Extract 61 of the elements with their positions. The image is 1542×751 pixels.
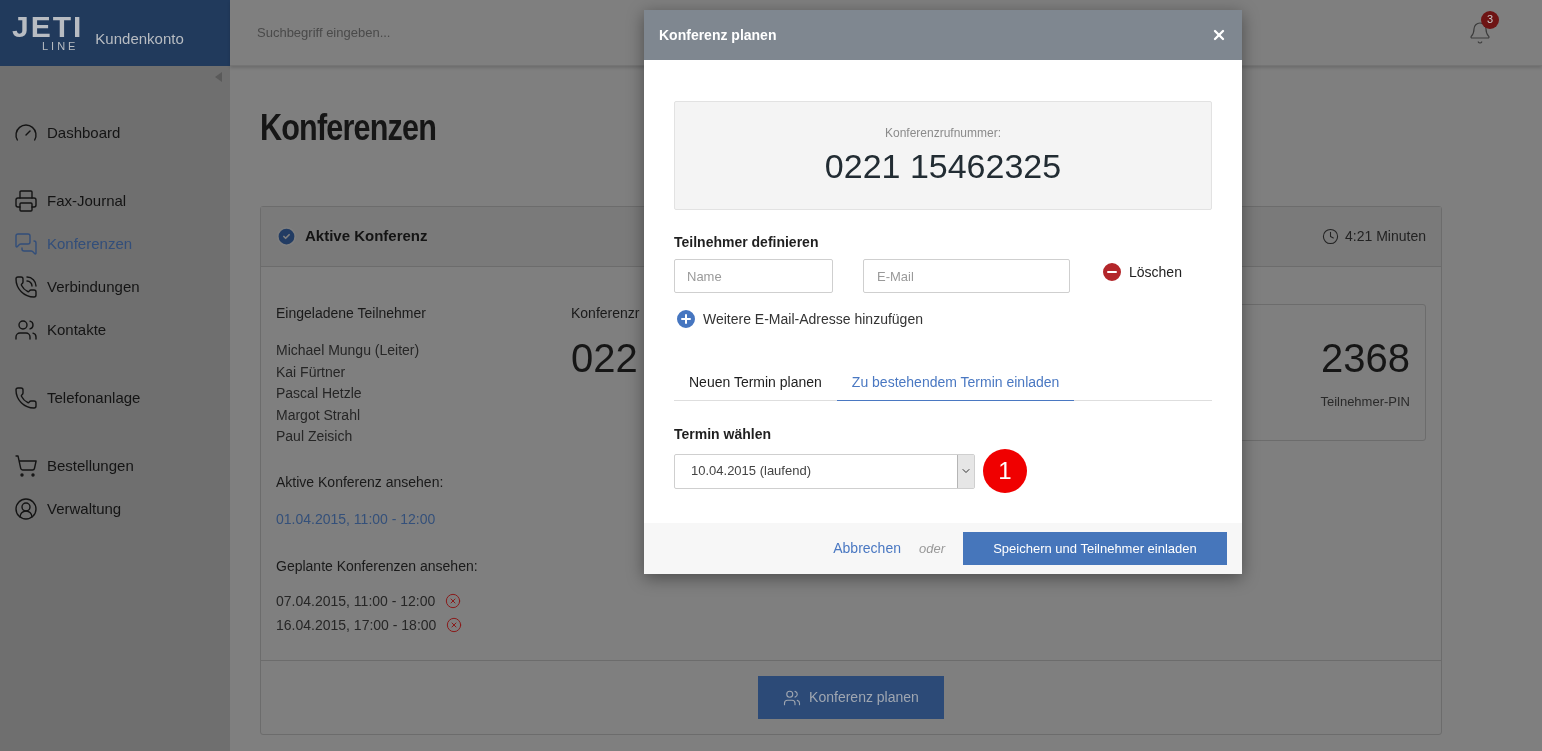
phone-icon	[14, 275, 38, 299]
or-label: oder	[918, 539, 945, 558]
section-heading: Eingeladene Teilnehmer	[276, 304, 427, 323]
planned-conference-date: 07.04.2015, 11:00 - 12:00	[276, 591, 436, 611]
logo-subtext: LINE	[41, 40, 80, 52]
check-icon	[276, 226, 297, 247]
participant-name: Pascal Hetzle	[276, 384, 363, 403]
section-heading: Teilnehmer definieren	[674, 233, 820, 252]
participant-name: Margot Strahl	[276, 405, 362, 425]
conference-number: 0221 15462325	[824, 145, 1062, 187]
telephone-icon	[14, 386, 38, 410]
people-icon	[14, 318, 38, 342]
dialog-title: Konferenz planen	[659, 25, 777, 45]
step-marker: 1	[983, 449, 1027, 493]
delete-icon[interactable]	[446, 617, 463, 633]
logo-text: JETI	[12, 14, 84, 40]
tab[interactable]: Zu bestehendem Termin einladen	[836, 364, 1075, 401]
section-heading: Termin wählen	[674, 425, 772, 444]
pin-label: Teilnehmer-PIN	[1320, 392, 1410, 411]
section-heading: Geplante Konferenzen ansehen:	[276, 556, 479, 576]
chat-bubbles-icon	[14, 232, 38, 256]
save-invite-button[interactable]: Speichern und Teilnehmer einladen	[963, 532, 1227, 565]
people-icon	[783, 688, 802, 707]
close-icon[interactable]	[1211, 27, 1227, 43]
delete-button[interactable]: Löschen	[1100, 260, 1182, 284]
sidebar-item[interactable]: Telefonanlage	[0, 385, 230, 411]
minus-icon	[1100, 260, 1124, 284]
sidebar-item[interactable]: Kontakte	[0, 317, 230, 343]
delete-icon[interactable]	[445, 593, 462, 609]
notification-count: 3	[1481, 10, 1499, 29]
printer-icon	[14, 189, 38, 213]
tab[interactable]: Neuen Termin planen	[674, 364, 837, 401]
planned-conference-date: 16.04.2015, 17:00 - 18:00	[276, 615, 437, 635]
participant-name: Paul Zeisich	[276, 427, 354, 446]
clock-icon	[1322, 228, 1340, 245]
plus-icon	[674, 307, 698, 331]
participant-name: Michael Mungu (Leiter)	[276, 341, 421, 360]
card-title: Aktive Konferenz	[305, 226, 428, 247]
sidebar-item[interactable]: Fax-Journal	[0, 188, 230, 214]
section-heading: Aktive Konferenz ansehen:	[276, 472, 445, 492]
email-field[interactable]: E-Mail	[863, 259, 1070, 293]
conference-number: 022	[571, 335, 639, 382]
duration: 4:21 Minuten	[1345, 227, 1426, 246]
conference-link[interactable]: 01.04.2015, 11:00 - 12:00	[276, 508, 436, 530]
plan-conference-button[interactable]: Konferenz planen	[758, 676, 944, 719]
participant-name: Kai Fürtner	[276, 362, 347, 382]
number-label: Konferenzrufnummer:	[884, 124, 1002, 142]
name-field[interactable]: Name	[674, 259, 833, 293]
date-select[interactable]: 10.04.2015 (laufend)	[674, 453, 975, 489]
number-label: Konferenzr	[571, 304, 641, 323]
add-email-link[interactable]: Weitere E-Mail-Adresse hinzufügen	[674, 307, 923, 331]
sidebar-item[interactable]: Bestellungen	[0, 453, 230, 479]
user-circle-icon	[14, 497, 38, 521]
pin-number: 2368	[1321, 334, 1410, 382]
cancel-link[interactable]: Abbrechen	[833, 538, 901, 559]
sidebar-item[interactable]: Verwaltung	[0, 496, 230, 522]
account-label: Kundenkonto	[95, 28, 184, 49]
sidebar-item[interactable]: Verbindungen	[0, 274, 230, 300]
cart-icon	[14, 454, 38, 478]
page-title: Konferenzen	[260, 106, 436, 150]
sidebar-item[interactable]: Dashboard	[0, 120, 230, 146]
